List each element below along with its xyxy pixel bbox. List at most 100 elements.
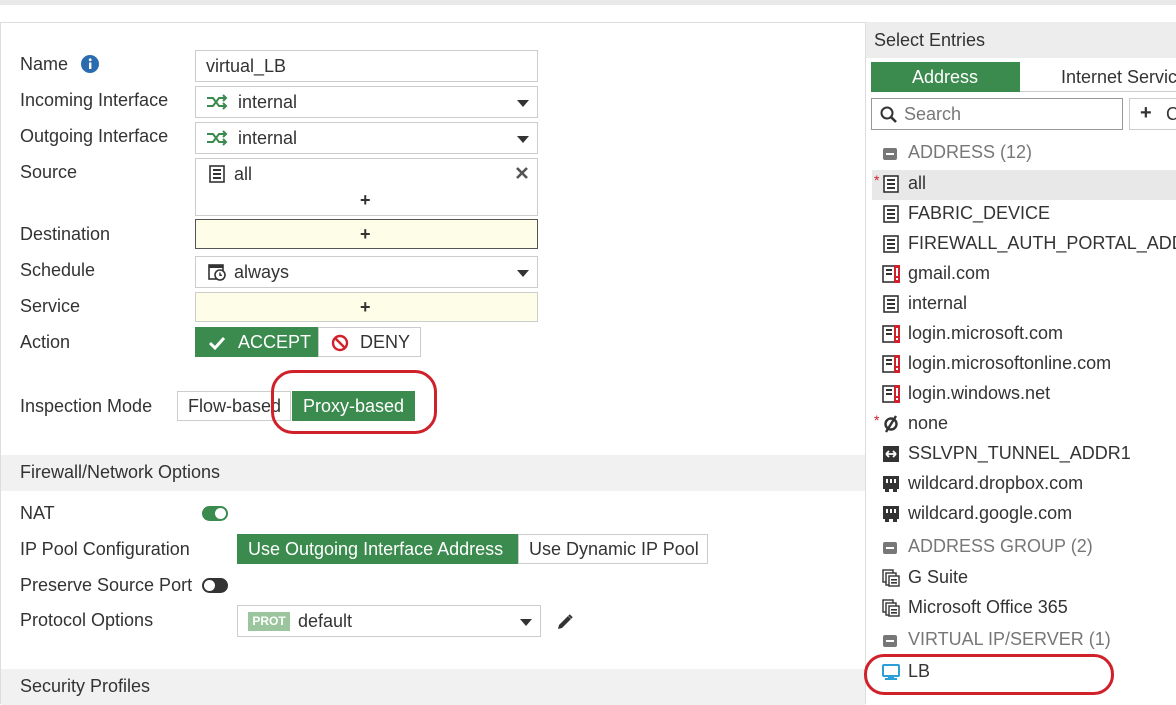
create-label: C (1166, 104, 1176, 124)
search-placeholder: Search (904, 104, 962, 124)
list-item[interactable]: Microsoft Office 365 (872, 594, 1176, 624)
list-item[interactable]: internal (872, 290, 1176, 320)
schedule-select[interactable]: always (195, 256, 538, 288)
use-outgoing-interface-option[interactable]: Use Outgoing Interface Address (237, 534, 519, 564)
toggle-knob (215, 508, 226, 519)
firewall-section-header[interactable]: Firewall/Network Options (1, 455, 865, 491)
interface-icon (207, 94, 228, 110)
wildcard-icon (883, 506, 899, 522)
inspection-mode-label: Inspection Mode (20, 396, 153, 416)
item-label: Microsoft Office 365 (908, 597, 1068, 617)
item-label: SSLVPN_TUNNEL_ADDR1 (908, 443, 1131, 463)
protocol-options-label: Protocol Options (20, 610, 154, 630)
list-item[interactable]: FABRIC_DEVICE (872, 200, 1176, 230)
name-input[interactable]: virtual_LB (195, 50, 538, 82)
action-label: Action (20, 332, 71, 352)
tab-address[interactable]: Address (871, 62, 1020, 92)
incoming-interface-select[interactable]: internal (195, 86, 538, 118)
section-title: Firewall/Network Options (20, 462, 221, 482)
address-icon (209, 165, 225, 183)
interface-icon (207, 130, 228, 146)
add-service-button[interactable]: + (360, 297, 371, 318)
add-destination-button[interactable]: + (360, 224, 371, 245)
outgoing-interface-value: internal (238, 128, 298, 148)
accept-label: ACCEPT (238, 332, 312, 352)
close-icon[interactable] (515, 166, 529, 180)
list-item[interactable]: SSLVPN_TUNNEL_ADDR1 (872, 440, 1176, 470)
edit-icon[interactable] (556, 613, 574, 631)
star-icon: * (874, 172, 880, 188)
highlight-circle (864, 654, 1114, 695)
item-label: FABRIC_DEVICE (908, 203, 1051, 223)
name-value: virtual_LB (206, 56, 287, 76)
list-item[interactable]: wildcard.google.com (872, 500, 1176, 530)
list-item[interactable]: * none (872, 410, 1176, 440)
search-icon (880, 106, 897, 123)
incoming-interface-value: internal (238, 92, 298, 112)
protocol-value: default (298, 611, 353, 631)
chevron-down-icon (517, 136, 529, 143)
search-input[interactable]: Search (871, 98, 1123, 130)
destination-label: Destination (20, 224, 111, 244)
source-field[interactable]: all + (195, 158, 538, 216)
protocol-options-select[interactable]: PROT default (237, 605, 541, 637)
group-header-virtual-ip[interactable]: VIRTUAL IP/SERVER (1) (872, 626, 1176, 656)
outgoing-interface-select[interactable]: internal (195, 122, 538, 154)
list-item[interactable]: gmail.com (872, 260, 1176, 290)
list-item[interactable]: * all (872, 170, 1176, 200)
group-header-address-group[interactable]: ADDRESS GROUP (2) (872, 533, 1176, 563)
highlight-circle (271, 370, 437, 434)
preserve-source-port-toggle[interactable] (202, 578, 228, 593)
group-header-address[interactable]: ADDRESS (12) (872, 139, 1176, 169)
list-item[interactable]: login.microsoftonline.com (872, 350, 1176, 380)
address-icon (883, 295, 899, 313)
group-label: VIRTUAL IP/SERVER (1) (908, 629, 1111, 649)
tab-label: Internet Servic (1061, 67, 1176, 87)
create-button[interactable]: + C (1129, 98, 1176, 130)
item-label: login.windows.net (908, 383, 1051, 403)
address-icon (883, 175, 899, 193)
collapse-icon (883, 542, 897, 554)
use-dynamic-ip-pool-option[interactable]: Use Dynamic IP Pool (518, 534, 708, 564)
service-field[interactable]: + (195, 292, 538, 322)
address-warning-icon (882, 265, 900, 283)
collapse-icon (883, 148, 897, 160)
item-label: wildcard.dropbox.com (908, 473, 1084, 493)
collapse-icon (883, 635, 897, 647)
schedule-label: Schedule (20, 260, 96, 280)
list-item[interactable]: login.microsoft.com (872, 320, 1176, 350)
outgoing-interface-label: Outgoing Interface (20, 126, 169, 146)
list-item[interactable]: G Suite (872, 564, 1176, 594)
item-label: none (908, 413, 949, 433)
nat-toggle[interactable] (202, 506, 228, 521)
list-item[interactable]: login.windows.net (872, 380, 1176, 410)
address-warning-icon (882, 355, 900, 373)
top-bar (0, 0, 1176, 5)
group-label: ADDRESS (12) (908, 142, 1033, 162)
item-label: login.microsoftonline.com (908, 353, 1112, 373)
schedule-icon (208, 264, 226, 281)
chevron-down-icon (517, 270, 529, 277)
toggle-knob (204, 580, 215, 591)
destination-field[interactable]: + (195, 219, 538, 249)
nat-label: NAT (20, 503, 55, 523)
plus-icon: + (1140, 102, 1152, 124)
tab-internet-service[interactable]: Internet Servic (1020, 62, 1176, 92)
group-icon (882, 569, 900, 587)
schedule-value: always (234, 262, 290, 282)
source-label: Source (20, 162, 78, 182)
accept-button[interactable]: ACCEPT (195, 327, 319, 357)
chevron-down-icon (520, 619, 532, 626)
deny-label: DENY (360, 332, 411, 352)
prot-badge: PROT (248, 612, 290, 631)
item-label: login.microsoft.com (908, 323, 1064, 343)
list-item[interactable]: FIREWALL_AUTH_PORTAL_ADD (872, 230, 1176, 260)
list-item[interactable]: wildcard.dropbox.com (872, 470, 1176, 500)
info-icon[interactable] (81, 55, 99, 73)
none-icon (884, 415, 898, 433)
security-section-header[interactable]: Security Profiles (1, 669, 865, 705)
deny-button[interactable]: DENY (318, 327, 421, 357)
range-icon (883, 446, 899, 462)
address-icon (883, 235, 899, 253)
add-source-button[interactable]: + (360, 190, 371, 211)
